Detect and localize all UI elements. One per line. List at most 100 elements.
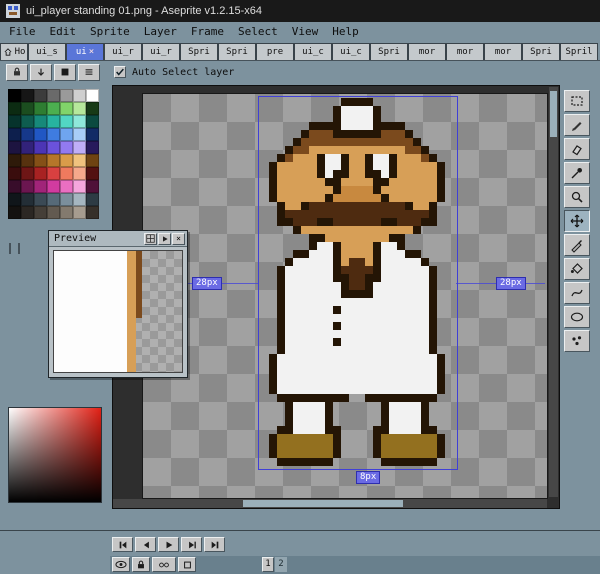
palette-swatch[interactable] (60, 167, 73, 180)
tab-Spril[interactable]: Spril (560, 43, 598, 60)
palette-swatch[interactable] (60, 89, 73, 102)
palette-swatch[interactable] (47, 141, 60, 154)
curve-tool[interactable] (564, 282, 590, 304)
zoom-tool[interactable] (564, 186, 590, 208)
palette-swatch[interactable] (47, 102, 60, 115)
palette-sort-button[interactable] (30, 64, 52, 81)
slice-label-bottom[interactable]: 8px (356, 471, 380, 484)
menu-item-layer[interactable]: Layer (137, 24, 184, 39)
palette-swatch[interactable] (34, 167, 47, 180)
vertical-scrollbar-thumb[interactable] (550, 91, 557, 137)
palette-swatch[interactable] (8, 115, 21, 128)
palette-options-button[interactable] (78, 64, 100, 81)
palette-swatch[interactable] (34, 102, 47, 115)
palette-swatch[interactable] (60, 154, 73, 167)
palette-swatch[interactable] (47, 206, 60, 219)
palette-swatch[interactable] (21, 89, 34, 102)
palette-swatch[interactable] (21, 128, 34, 141)
palette-swatch[interactable] (34, 180, 47, 193)
menu-item-select[interactable]: Select (231, 24, 285, 39)
auto-select-layer-checkbox[interactable] (114, 66, 126, 78)
palette-swatch[interactable] (73, 180, 86, 193)
color-selector-gradient[interactable] (8, 407, 102, 503)
slice-tool[interactable] (564, 234, 590, 256)
palette-swatch[interactable] (60, 180, 73, 193)
sprite-canvas[interactable] (261, 98, 453, 466)
preview-canvas[interactable] (53, 250, 183, 373)
tab-ui_s[interactable]: ui_s (28, 43, 66, 60)
vertical-scrollbar[interactable] (549, 87, 558, 497)
palette-swatch[interactable] (73, 102, 86, 115)
blur-tool[interactable] (564, 330, 590, 352)
palette-swatch[interactable] (8, 154, 21, 167)
palette-swatch[interactable] (73, 141, 86, 154)
palette-swatch[interactable] (34, 89, 47, 102)
palette-swatch[interactable] (86, 141, 99, 154)
palette-swatch[interactable] (86, 115, 99, 128)
palette-swatch[interactable] (8, 89, 21, 102)
palette-swatch[interactable] (21, 206, 34, 219)
tab-Spri[interactable]: Spri (180, 43, 218, 60)
palette-swatch[interactable] (60, 206, 73, 219)
palette-swatch[interactable] (47, 89, 60, 102)
palette-swatch[interactable] (8, 167, 21, 180)
palette-swatch[interactable] (21, 193, 34, 206)
menu-item-frame[interactable]: Frame (184, 24, 231, 39)
palette-swatch[interactable] (60, 115, 73, 128)
palette-swatch[interactable] (73, 154, 86, 167)
palette-swatch[interactable] (73, 167, 86, 180)
palette-swatch[interactable] (86, 102, 99, 115)
horizontal-scrollbar[interactable] (113, 499, 547, 508)
palette-lock-button[interactable] (6, 64, 28, 81)
menu-item-sprite[interactable]: Sprite (83, 24, 137, 39)
palette-swatch[interactable] (60, 193, 73, 206)
palette-swatch[interactable] (47, 167, 60, 180)
palette-swatch[interactable] (21, 115, 34, 128)
pencil-tool[interactable] (564, 114, 590, 136)
slice-label-right[interactable]: 28px (496, 277, 526, 290)
palette-swatch[interactable] (73, 89, 86, 102)
palette-swatch[interactable] (21, 141, 34, 154)
preview-titlebar[interactable]: Preview × (49, 231, 187, 247)
palette-swatch[interactable] (21, 102, 34, 115)
palette-swatch[interactable] (21, 167, 34, 180)
tab-Spri[interactable]: Spri (218, 43, 256, 60)
menu-item-view[interactable]: View (285, 24, 326, 39)
palette-swatch[interactable] (47, 128, 60, 141)
rectangular-marquee-tool[interactable] (564, 90, 590, 112)
palette-swatch[interactable] (86, 167, 99, 180)
palette-swatch[interactable] (86, 180, 99, 193)
ellipse-tool[interactable] (564, 306, 590, 328)
palette-swatch[interactable] (73, 128, 86, 141)
palette-swatch[interactable] (86, 206, 99, 219)
palette-swatch[interactable] (8, 128, 21, 141)
tab-mor[interactable]: mor (408, 43, 446, 60)
menu-item-edit[interactable]: Edit (43, 24, 84, 39)
palette-resize-handle[interactable] (9, 243, 20, 254)
current-color-button[interactable] (54, 64, 76, 81)
palette-swatch[interactable] (21, 154, 34, 167)
palette-swatch[interactable] (86, 128, 99, 141)
next-frame-button[interactable] (181, 537, 202, 552)
tab-ui_c[interactable]: ui_c (294, 43, 332, 60)
tab-mor[interactable]: mor (446, 43, 484, 60)
palette-swatch[interactable] (73, 115, 86, 128)
frame-tab-2[interactable]: 2 (275, 557, 287, 572)
palette-swatch[interactable] (47, 115, 60, 128)
linked-cels-button[interactable] (152, 557, 176, 572)
menu-item-help[interactable]: Help (325, 24, 366, 39)
palette-swatch[interactable] (8, 102, 21, 115)
palette-swatch[interactable] (73, 206, 86, 219)
layer-visibility-button[interactable] (112, 557, 130, 572)
palette-swatch[interactable] (8, 206, 21, 219)
tab-ui_r[interactable]: ui_r (142, 43, 180, 60)
palette-swatch[interactable] (73, 193, 86, 206)
play-button[interactable] (158, 537, 179, 552)
frame-tab-1[interactable]: 1 (262, 557, 274, 572)
layer-lock-button[interactable] (132, 557, 150, 572)
tab-ui[interactable]: ui× (66, 43, 104, 60)
tab-ui_c[interactable]: ui_c (332, 43, 370, 60)
preview-play-button[interactable] (158, 233, 171, 245)
first-frame-button[interactable] (112, 537, 133, 552)
horizontal-scrollbar-thumb[interactable] (243, 500, 403, 507)
